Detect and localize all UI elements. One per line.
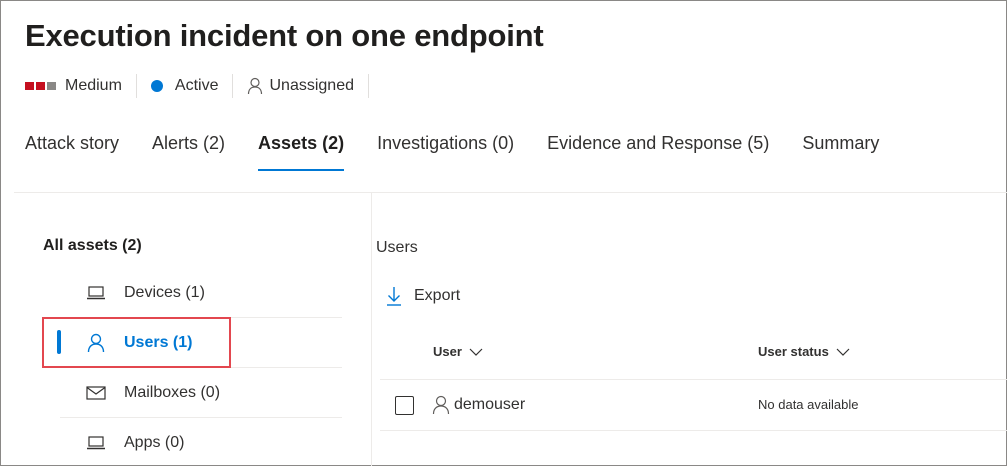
assignee-button[interactable]: Unassigned	[269, 77, 354, 95]
incident-meta: Medium Active Unassigned	[25, 74, 383, 98]
row-checkbox[interactable]	[395, 396, 414, 415]
laptop-icon	[84, 283, 108, 303]
person-icon	[247, 77, 263, 95]
pane-divider	[371, 193, 372, 466]
tab-alerts[interactable]: Alerts (2)	[152, 133, 225, 171]
highlight-box	[42, 317, 231, 368]
column-header-user-status[interactable]: User status	[758, 344, 850, 359]
section-heading: Users	[376, 239, 418, 256]
tab-bar: Attack story Alerts (2) Assets (2) Inves…	[25, 133, 912, 171]
table-row-user[interactable]: demouser	[432, 395, 525, 415]
header-divider	[14, 192, 1007, 193]
laptop-icon	[84, 433, 108, 453]
table-row-divider	[380, 430, 1007, 431]
divider	[232, 74, 234, 98]
person-icon	[432, 395, 450, 415]
all-assets-heading[interactable]: All assets (2)	[43, 237, 142, 255]
sidebar-item-apps[interactable]: Apps (0)	[60, 418, 342, 466]
sidebar-item-devices[interactable]: Devices (1)	[60, 268, 342, 318]
severity-icon	[25, 82, 56, 90]
column-header-label: User status	[758, 344, 829, 359]
mail-icon	[84, 383, 108, 403]
divider	[367, 74, 369, 98]
tab-investigations[interactable]: Investigations (0)	[377, 133, 514, 171]
sidebar-item-label: Mailboxes (0)	[124, 383, 221, 401]
severity-label: Medium	[65, 77, 122, 94]
tab-evidence-and-response[interactable]: Evidence and Response (5)	[547, 133, 769, 171]
sidebar-item-mailboxes[interactable]: Mailboxes (0)	[60, 368, 342, 418]
status-dot-icon	[150, 80, 163, 92]
tab-summary[interactable]: Summary	[802, 133, 879, 171]
download-icon	[386, 286, 402, 306]
column-header-label: User	[433, 344, 462, 359]
chevron-down-icon	[469, 348, 483, 356]
tab-assets[interactable]: Assets (2)	[258, 133, 345, 171]
sidebar-item-label: Devices (1)	[124, 283, 205, 301]
table-header-divider	[380, 379, 1007, 380]
column-header-user[interactable]: User	[433, 344, 483, 359]
status-label: Active	[174, 77, 219, 94]
user-status: No data available	[758, 397, 859, 412]
chevron-down-icon	[836, 348, 850, 356]
tab-attack-story[interactable]: Attack story	[25, 133, 119, 171]
page-title: Execution incident on one endpoint	[25, 18, 544, 53]
sidebar-item-label: Apps (0)	[124, 433, 185, 451]
divider	[135, 74, 137, 98]
export-button[interactable]: Export	[386, 286, 460, 306]
user-name: demouser	[454, 396, 526, 413]
export-label: Export	[414, 287, 461, 304]
